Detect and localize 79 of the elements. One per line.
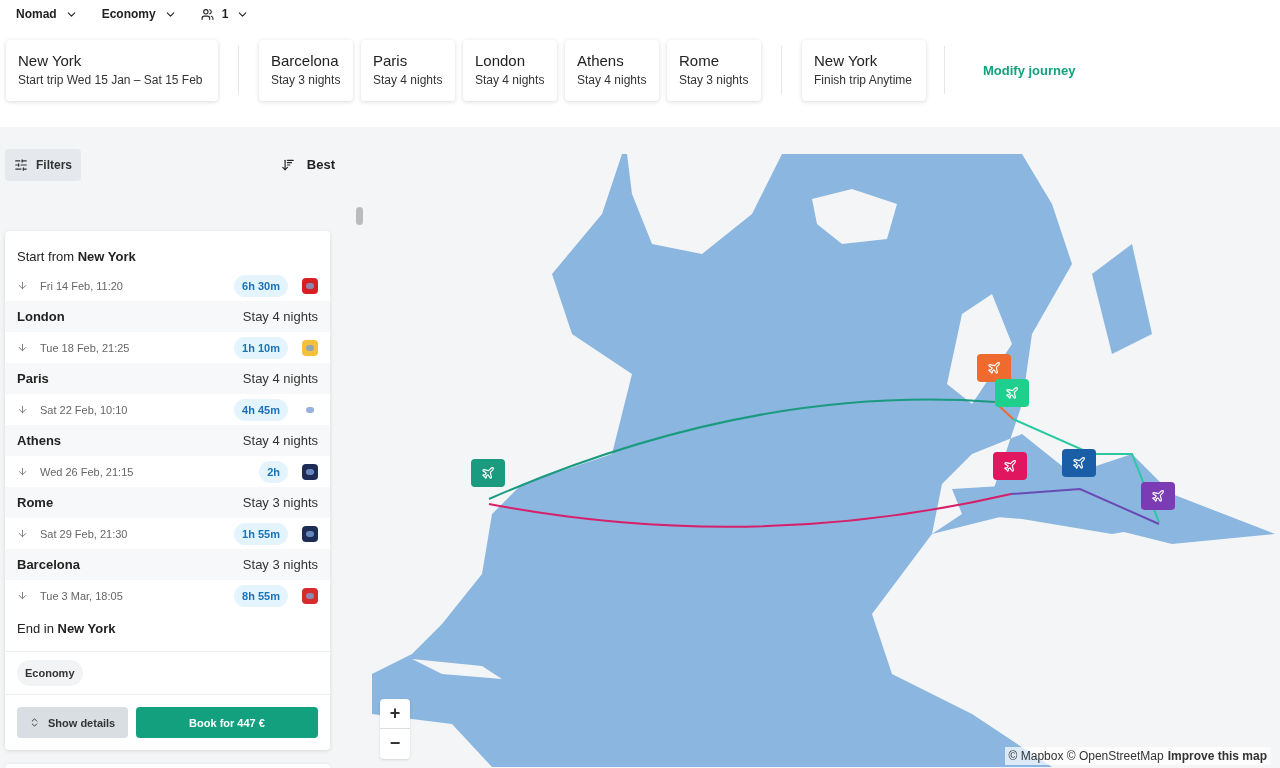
arrow-down-icon xyxy=(17,342,28,354)
duration-pill: 8h 55m xyxy=(234,584,288,607)
stop-city: London xyxy=(17,308,65,326)
option-dropdown[interactable]: 1 xyxy=(200,5,250,23)
stay-length: Stay 3 nights xyxy=(242,494,318,512)
stop-city: Athens xyxy=(17,432,62,450)
stay-length: Stay 4 nights xyxy=(242,370,318,388)
arrow-down-icon xyxy=(17,590,28,602)
stop-city: Athens xyxy=(577,52,625,71)
duration-pill: 4h 45m xyxy=(234,398,288,421)
arrow-down-icon xyxy=(17,280,28,292)
duration-pill: 1h 55m xyxy=(234,522,288,545)
stay-length: Stay 3 nights xyxy=(242,556,318,574)
stop-card[interactable]: New York Start trip Wed 15 Jan – Sat 15 Feb xyxy=(6,40,218,101)
show-details-button[interactable]: Show details xyxy=(17,707,128,739)
flight-date: Tue 3 Mar, 18:05 xyxy=(40,588,123,604)
stop-detail: Stay 4 nights xyxy=(577,71,647,89)
stop-card[interactable]: Rome Stay 3 nights xyxy=(667,40,761,101)
stop-card[interactable]: London Stay 4 nights xyxy=(463,40,557,101)
expand-icon xyxy=(29,717,40,729)
flight-date: Tue 18 Feb, 21:25 xyxy=(40,340,130,356)
stop-detail: Stay 3 nights xyxy=(679,71,749,89)
arrow-down-icon xyxy=(17,528,28,540)
stay-length: Stay 4 nights xyxy=(242,308,318,326)
stop-city: Barcelona xyxy=(271,52,340,71)
filters-icon xyxy=(14,157,28,172)
people-icon xyxy=(200,7,214,21)
duration-pill: 1h 10m xyxy=(234,336,288,359)
start-label: Start from New York xyxy=(16,247,137,266)
plane-icon xyxy=(987,360,1001,375)
plane-icon xyxy=(1003,458,1017,473)
plane-icon xyxy=(481,465,495,480)
stop-detail: Start trip Wed 15 Jan – Sat 15 Feb xyxy=(18,71,204,89)
stop-detail: Stay 4 nights xyxy=(475,71,545,89)
duration-pill: 6h 30m xyxy=(234,274,288,297)
stop-detail: Finish trip Anytime xyxy=(814,71,914,89)
airport-marker[interactable] xyxy=(471,458,505,487)
zoom-out-button[interactable]: − xyxy=(380,728,410,759)
flight-date: Sat 29 Feb, 21:30 xyxy=(40,526,128,542)
zoom-in-button[interactable]: + xyxy=(380,698,410,729)
stop-detail: Stay 3 nights xyxy=(271,71,341,89)
stop-card[interactable]: New York Finish trip Anytime xyxy=(802,40,926,101)
stay-length: Stay 4 nights xyxy=(242,432,318,450)
plane-icon xyxy=(1151,488,1165,503)
improve-map-link[interactable]: Improve this map xyxy=(1167,746,1267,765)
stop-city: New York xyxy=(814,52,879,71)
stop-city: Barcelona xyxy=(17,556,80,574)
cabin-badge: Economy xyxy=(17,659,83,687)
end-label: End in New York xyxy=(5,611,330,652)
stop-detail: Stay 4 nights xyxy=(373,71,443,89)
arrow-down-icon xyxy=(17,404,28,416)
airport-marker[interactable] xyxy=(1141,481,1175,510)
flight-date: Sat 22 Feb, 10:10 xyxy=(40,402,128,418)
stop-city: Paris xyxy=(373,52,409,71)
airport-marker[interactable] xyxy=(993,451,1027,480)
stop-card[interactable]: Athens Stay 4 nights xyxy=(565,40,659,101)
filters-button[interactable]: Filters xyxy=(5,148,81,181)
stop-city: New York xyxy=(18,52,83,71)
airport-marker[interactable] xyxy=(977,353,1011,382)
plane-icon xyxy=(1005,385,1019,400)
flight-date: Wed 26 Feb, 21:15 xyxy=(40,464,134,480)
stop-card[interactable]: Barcelona Stay 3 nights xyxy=(259,40,353,101)
map-attribution: © Mapbox © OpenStreetMap xyxy=(1008,747,1164,765)
duration-pill: 2h xyxy=(259,460,288,483)
stop-card[interactable]: Paris Stay 4 nights xyxy=(361,40,455,101)
arrow-down-icon xyxy=(17,466,28,478)
scrollbar[interactable] xyxy=(356,206,363,225)
airport-marker[interactable] xyxy=(1062,448,1096,477)
stop-city: Paris xyxy=(17,370,49,388)
plane-icon xyxy=(1072,455,1086,470)
stop-city: Rome xyxy=(17,494,54,512)
sort-icon xyxy=(280,157,295,172)
stop-city: London xyxy=(475,52,527,71)
airport-marker[interactable] xyxy=(995,378,1029,407)
option-dropdown[interactable]: Economy xyxy=(101,5,177,23)
flight-date: Fri 14 Feb, 11:20 xyxy=(40,278,123,294)
sort-button[interactable]: Best xyxy=(280,155,335,175)
stop-city: Rome xyxy=(679,52,720,71)
option-dropdown[interactable]: Nomad xyxy=(16,5,78,23)
